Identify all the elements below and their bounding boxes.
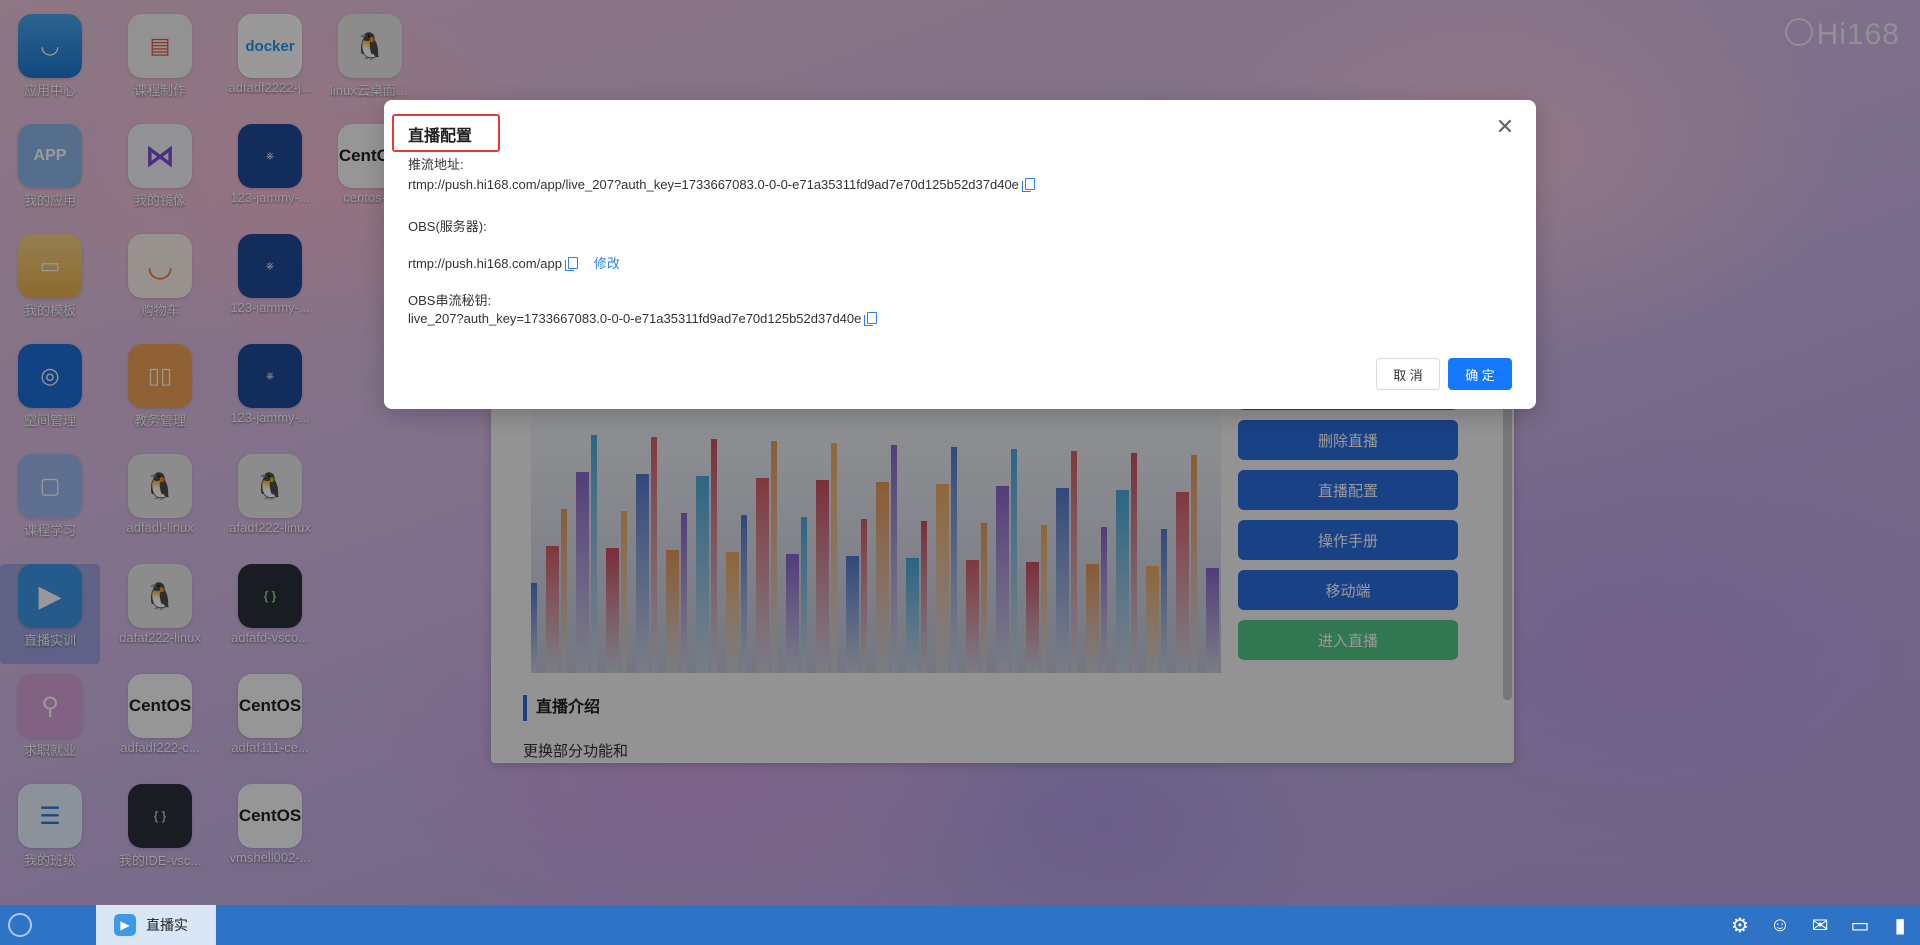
cancel-button[interactable]: 取 消: [1376, 358, 1440, 390]
push-url-label: 推流地址:: [408, 157, 464, 172]
play-icon: ▶: [114, 914, 136, 936]
taskbar: ▶ 直播实 ⚙ ☺ ✉ ▭ ▮: [0, 905, 1920, 945]
copy-icon[interactable]: [864, 312, 878, 326]
live-config-dialog: 直播配置 ✕ 推流地址: rtmp://push.hi168.com/app/l…: [384, 100, 1536, 409]
confirm-button[interactable]: 确 定: [1448, 358, 1512, 390]
taskbar-item-live[interactable]: ▶ 直播实: [96, 905, 216, 945]
copy-icon[interactable]: [564, 257, 578, 271]
start-icon[interactable]: [8, 913, 32, 937]
chat-icon[interactable]: ✉: [1808, 913, 1832, 938]
wechat-icon[interactable]: ☺: [1768, 914, 1792, 937]
close-icon[interactable]: ✕: [1494, 116, 1516, 138]
gear-icon[interactable]: ⚙: [1728, 913, 1752, 938]
system-tray: ⚙ ☺ ✉ ▭ ▮: [1728, 905, 1912, 945]
taskbar-item-label: 直播实: [146, 917, 188, 933]
copy-icon[interactable]: [1021, 178, 1035, 192]
dialog-title: 直播配置: [408, 128, 473, 145]
obs-server-label: OBS(服务器):: [408, 219, 487, 234]
obs-key-value: live_207?auth_key=1733667083.0-0-0-e71a3…: [408, 311, 862, 326]
obs-server-row: rtmp://push.hi168.com/app 修改: [408, 253, 620, 272]
push-url-value: rtmp://push.hi168.com/app/live_207?auth_…: [408, 177, 1019, 192]
obs-server-value: rtmp://push.hi168.com/app: [408, 256, 562, 271]
push-url-row: rtmp://push.hi168.com/app/live_207?auth_…: [408, 177, 1035, 192]
monitor-icon[interactable]: ▭: [1848, 913, 1872, 938]
obs-key-label: OBS串流秘钥:: [408, 293, 492, 308]
desktop-icon[interactable]: ▮: [1888, 913, 1912, 938]
edit-link[interactable]: 修改: [594, 256, 620, 271]
obs-key-row: live_207?auth_key=1733667083.0-0-0-e71a3…: [408, 311, 878, 326]
